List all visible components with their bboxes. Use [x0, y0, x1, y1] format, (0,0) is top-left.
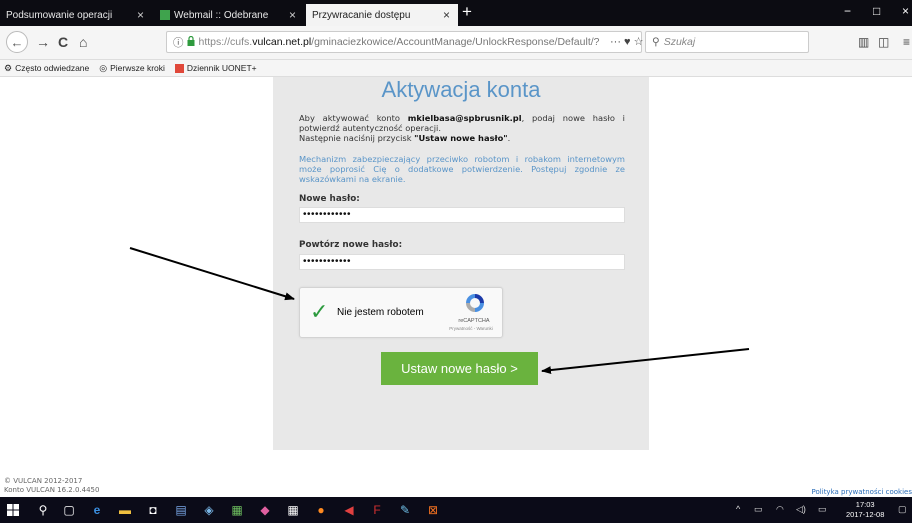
- forward-button[interactable]: →: [36, 34, 50, 50]
- clock-time: 17:03: [855, 500, 875, 509]
- repeat-password-label: Powtórz nowe hasło:: [299, 240, 403, 250]
- tab-label: Podsumowanie operacji: [6, 9, 113, 21]
- footer-version: Konto VULCAN 16.2.0.4450: [4, 485, 100, 494]
- account-email: mkielbasa@spbrusnik.pl: [407, 113, 522, 123]
- recaptcha-widget: ✓ Nie jestem robotem reCAPTCHA Prywatnoś…: [299, 287, 503, 338]
- captcha-note: Mechanizm zabezpieczający przeciwko robo…: [299, 154, 625, 184]
- checkmark-icon[interactable]: ✓: [310, 301, 328, 323]
- firefox-icon: ◎: [99, 62, 108, 73]
- intro-text-part: Następnie naciśnij przycisk: [299, 133, 415, 143]
- webmail-icon: [160, 10, 170, 20]
- tab-label: Webmail :: Odebrane: [174, 9, 269, 21]
- privacy-link[interactable]: Polityka prywatności cookies: [812, 488, 912, 496]
- info-icon[interactable]: ⓘ: [173, 35, 184, 50]
- repeat-password-field[interactable]: ••••••••••••: [299, 254, 625, 270]
- url-bar[interactable]: ⓘ https://cufs. vulcan.net.pl/gminaciezko…: [166, 31, 642, 53]
- bookmark-dziennik-uonet[interactable]: Dziennik UONET+: [174, 63, 257, 73]
- bookmarks-bar: ⚙ Często odwiedzane ◎ Pierwsze kroki Dzi…: [0, 60, 912, 77]
- bookmark-label: Dziennik UONET+: [186, 63, 257, 73]
- windows-taskbar: ⚲ ▢ e ▬ ◘ ▤ ◈ ▦ ◆ ▦ ● ◀ F ✎ ⊠ ^ ▭ ◠ ◁) ▭…: [0, 497, 912, 523]
- tab-label: Przywracanie dostępu: [312, 9, 411, 21]
- bookmark-label: Pierwsze kroki: [110, 63, 165, 73]
- recaptcha-logo-icon: [466, 294, 484, 312]
- filezilla-icon[interactable]: F: [368, 501, 386, 519]
- tab-close-icon[interactable]: ×: [137, 8, 144, 22]
- intro-text: Aby aktywować konto mkielbasa@spbrusnik.…: [299, 113, 625, 143]
- minimize-button[interactable]: −: [844, 4, 851, 18]
- windows-start-icon[interactable]: [4, 501, 22, 519]
- app-icon[interactable]: ▦: [228, 501, 246, 519]
- search-placeholder: Szukaj: [663, 36, 696, 48]
- library-icon[interactable]: ▥: [858, 35, 869, 49]
- task-view-icon[interactable]: ▢: [60, 501, 78, 519]
- volume-icon[interactable]: ◁): [796, 504, 806, 515]
- url-host: vulcan.net.pl: [252, 36, 312, 48]
- page-actions[interactable]: ··· ♥ ☆: [610, 35, 644, 48]
- browser-titlebar: Podsumowanie operacji × Webmail :: Odebr…: [0, 0, 912, 26]
- keyboard-icon[interactable]: ▭: [818, 504, 827, 515]
- wifi-icon[interactable]: ◠: [776, 504, 784, 515]
- app-icon[interactable]: ✎: [396, 501, 414, 519]
- notifications-icon[interactable]: ▢: [898, 504, 907, 515]
- close-window-button[interactable]: ×: [902, 4, 909, 18]
- home-button[interactable]: ⌂: [79, 34, 87, 50]
- tray-chevron-icon[interactable]: ^: [736, 504, 740, 514]
- tab-close-icon[interactable]: ×: [443, 8, 450, 22]
- search-icon[interactable]: ⚲: [34, 501, 52, 519]
- app-icon[interactable]: ▤: [172, 501, 190, 519]
- gear-icon: ⚙: [4, 62, 13, 73]
- firefox-icon[interactable]: ●: [312, 501, 330, 519]
- app-icon[interactable]: ◈: [200, 501, 218, 519]
- recaptcha-terms[interactable]: Prywatność - Warunki: [440, 326, 502, 331]
- page-content: Aktywacja konta Aby aktywować konto mkie…: [0, 77, 912, 497]
- reload-button[interactable]: C: [58, 34, 68, 50]
- bookmark-czesto-odwiedzane[interactable]: ⚙ Często odwiedzane: [4, 63, 89, 74]
- tab-close-icon[interactable]: ×: [289, 8, 296, 22]
- new-password-field[interactable]: ••••••••••••: [299, 207, 625, 223]
- tab-przywracanie[interactable]: Przywracanie dostępu ×: [306, 4, 458, 26]
- network-icon[interactable]: ▭: [754, 504, 763, 515]
- bookmark-label: Często odwiedzane: [15, 63, 90, 73]
- intro-text-part: .: [507, 133, 511, 143]
- arrow-to-captcha: [129, 247, 295, 301]
- set-password-button[interactable]: Ustaw nowe hasło >: [381, 352, 538, 385]
- activation-panel: Aktywacja konta Aby aktywować konto mkie…: [273, 77, 649, 450]
- footer-copyright: © VULCAN 2012-2017: [4, 477, 83, 485]
- search-input[interactable]: ⚲ Szukaj: [645, 31, 809, 53]
- tab-webmail[interactable]: Webmail :: Odebrane ×: [154, 4, 304, 26]
- lock-icon: [187, 35, 195, 49]
- recaptcha-brand: reCAPTCHA: [458, 318, 490, 324]
- clock-date: 2017-12-08: [846, 510, 885, 519]
- captcha-label: Nie jestem robotem: [337, 307, 424, 318]
- calculator-icon[interactable]: ▦: [284, 501, 302, 519]
- menu-icon[interactable]: ≡: [903, 35, 910, 49]
- intro-text-part: Aby aktywować konto: [299, 113, 408, 123]
- new-password-label: Nowe hasło:: [299, 194, 360, 204]
- back-button[interactable]: ←: [6, 31, 28, 53]
- url-path: /gminaciezkowice/AccountManage/UnlockRes…: [311, 36, 600, 48]
- footer-info: © VULCAN 2012-2017 Konto VULCAN 16.2.0.4…: [4, 477, 99, 494]
- navigation-bar: ← → C ⌂ ⓘ https://cufs. vulcan.net.pl/gmi…: [0, 26, 912, 60]
- bookmark-pierwsze-kroki[interactable]: ◎ Pierwsze kroki: [99, 63, 165, 74]
- url-prefix: https://cufs.: [198, 36, 253, 48]
- system-clock[interactable]: 17:03 2017-12-08: [846, 500, 884, 520]
- button-reference: "Ustaw nowe hasło": [414, 133, 508, 143]
- tab-podsumowanie[interactable]: Podsumowanie operacji ×: [0, 4, 152, 26]
- edge-icon[interactable]: e: [88, 501, 106, 519]
- sidebar-icon[interactable]: ◫: [878, 35, 889, 49]
- store-icon[interactable]: ◘: [144, 501, 162, 519]
- page-title: Aktywacja konta: [381, 77, 541, 102]
- xampp-icon[interactable]: ⊠: [424, 501, 442, 519]
- app-icon[interactable]: ◀: [340, 501, 358, 519]
- maximize-button[interactable]: □: [873, 4, 880, 18]
- dziennik-icon: [174, 63, 184, 73]
- search-icon: ⚲: [652, 36, 660, 48]
- app-icon[interactable]: ◆: [256, 501, 274, 519]
- file-explorer-icon[interactable]: ▬: [116, 501, 134, 519]
- new-tab-button[interactable]: +: [462, 2, 472, 22]
